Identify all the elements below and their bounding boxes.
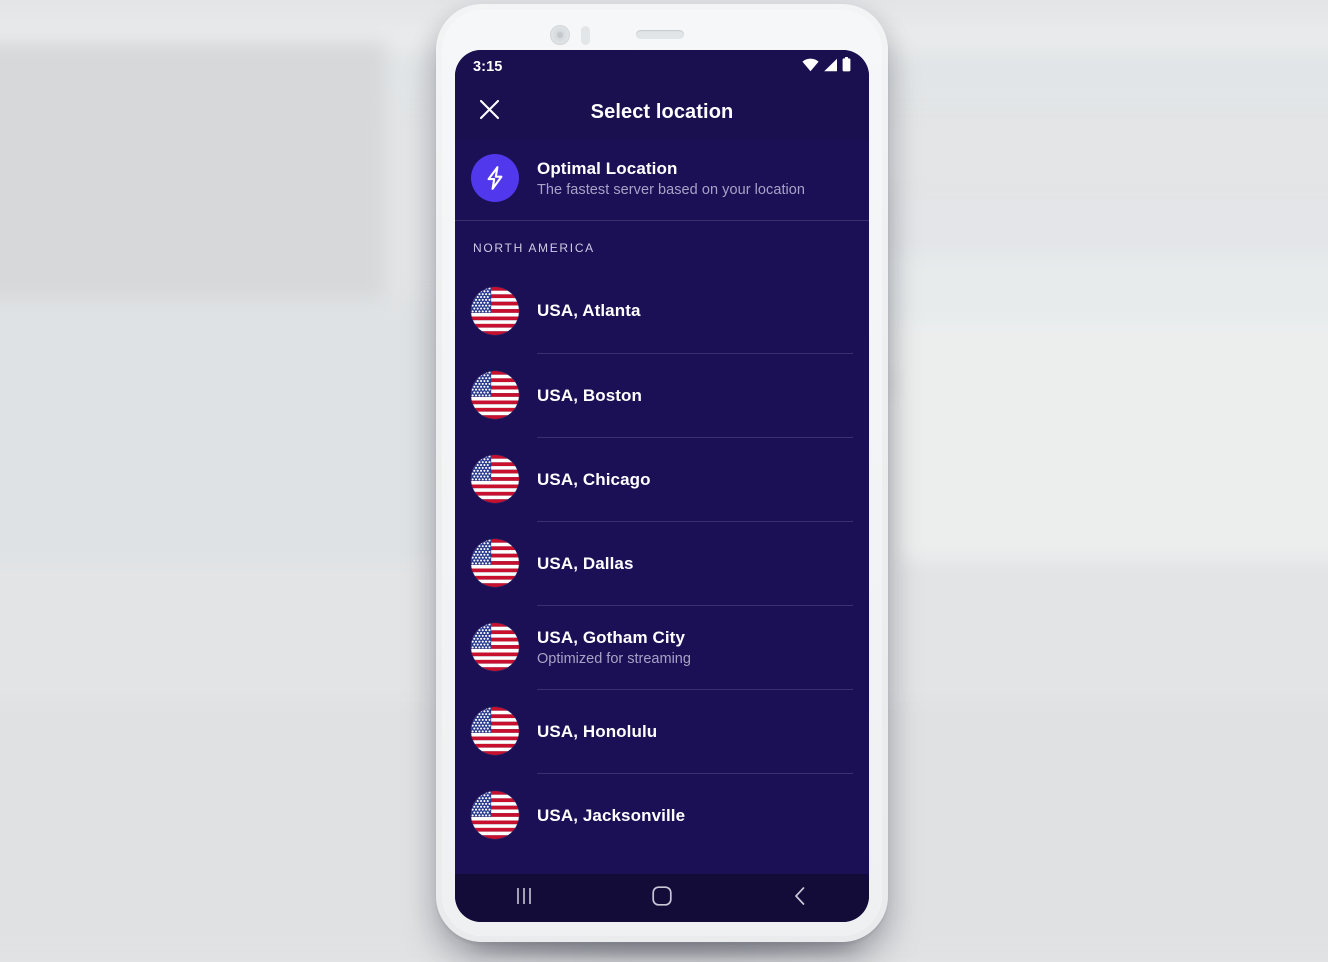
device-sensor-row: [436, 24, 888, 46]
status-time: 3:15: [473, 59, 503, 75]
app-bar: Select location: [455, 84, 869, 140]
location-item-body: USA, Gotham City Optimized for streaming: [537, 605, 853, 689]
bg-card-left: [0, 42, 386, 298]
bg-card-right-band: [890, 254, 1328, 320]
location-list-item[interactable]: USA, Atlanta: [455, 269, 869, 353]
location-item-body: USA, Honolulu: [537, 689, 853, 773]
location-name: USA, Chicago: [537, 469, 651, 489]
location-item-body: USA, Chicago: [537, 437, 853, 521]
location-item-body: USA, Jacksonville: [537, 773, 853, 857]
usa-flag-icon: [471, 371, 519, 419]
location-list-item[interactable]: USA, Chicago: [455, 437, 869, 521]
location-list-item[interactable]: USA, Dallas: [455, 521, 869, 605]
home-button[interactable]: [632, 878, 692, 918]
location-name: USA, Dallas: [537, 553, 634, 573]
close-icon: [479, 99, 500, 125]
bg-card-right-top: [890, 200, 1328, 254]
page-title: Select location: [590, 100, 734, 123]
lightning-bolt-icon: [471, 154, 519, 202]
wifi-icon: [802, 58, 819, 77]
location-name: USA, Honolulu: [537, 721, 658, 741]
location-list-item[interactable]: USA, Gotham City Optimized for streaming: [455, 605, 869, 689]
recent-apps-button[interactable]: [494, 878, 554, 918]
location-name: USA, Boston: [537, 385, 642, 405]
location-list: USA, Atlanta USA, Boston USA, Chicago USA, …: [455, 269, 869, 857]
usa-flag-icon: [471, 623, 519, 671]
usa-flag-icon: [471, 707, 519, 755]
location-list-item[interactable]: USA, Jacksonville: [455, 773, 869, 857]
proximity-sensor-icon: [581, 26, 590, 45]
back-button[interactable]: [770, 878, 830, 918]
home-icon: [651, 885, 673, 912]
section-header-north-america: NORTH AMERICA: [473, 241, 595, 255]
optimal-location-subtitle: The fastest server based on your locatio…: [537, 181, 806, 198]
status-bar: 3:15: [455, 50, 869, 84]
android-navigation-bar: [455, 874, 869, 922]
status-bar-icons: [802, 57, 851, 77]
close-button[interactable]: [471, 94, 507, 130]
location-item-body: USA, Dallas: [537, 521, 853, 605]
optimal-location-text: Optimal Location The fastest server base…: [537, 159, 805, 198]
location-list-item[interactable]: USA, Boston: [455, 353, 869, 437]
battery-icon: [842, 57, 851, 77]
usa-flag-icon: [471, 455, 519, 503]
location-name: USA, Atlanta: [537, 301, 641, 320]
location-list-item[interactable]: USA, Honolulu: [455, 689, 869, 773]
usa-flag-icon: [471, 539, 519, 587]
optimal-location-row[interactable]: Optimal Location The fastest server base…: [455, 140, 869, 220]
usa-flag-icon: [471, 287, 519, 335]
front-camera-icon: [550, 25, 570, 45]
location-name: USA, Gotham City: [537, 628, 686, 647]
usa-flag-icon: [471, 791, 519, 839]
location-name: USA, Jacksonville: [537, 805, 686, 825]
location-subtitle: Optimized for streaming: [537, 651, 691, 667]
earpiece-speaker-icon: [636, 30, 684, 39]
cellular-signal-icon: [823, 58, 838, 77]
back-icon: [790, 885, 810, 912]
location-item-body: USA, Boston: [537, 353, 853, 437]
location-item-body: USA, Atlanta: [537, 269, 853, 353]
optimal-location-title: Optimal Location: [537, 158, 678, 178]
recent-apps-icon: [513, 886, 535, 911]
phone-screen: 3:15 Select location Optimal Location Th…: [455, 50, 869, 922]
